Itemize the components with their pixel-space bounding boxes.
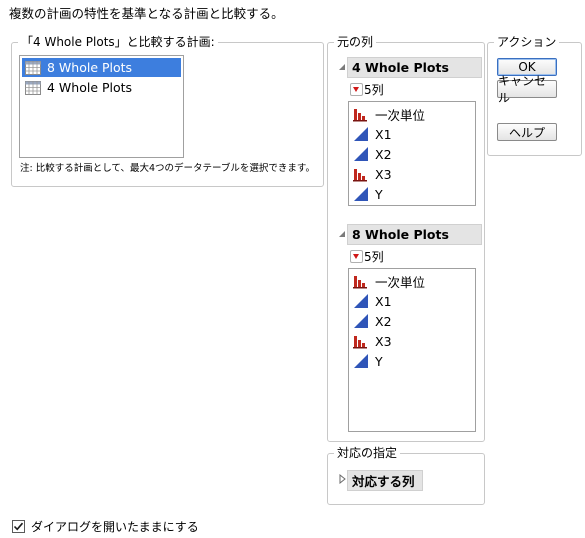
design-item-label: 4 Whole Plots — [47, 80, 133, 95]
column-item[interactable]: Y — [353, 351, 383, 371]
table-header-4-whole-plots: 4 Whole Plots — [347, 57, 482, 78]
red-triangle-menu-icon[interactable] — [350, 83, 363, 96]
keep-open-checkbox[interactable] — [12, 520, 25, 533]
keep-open-label: ダイアログを開いたままにする — [31, 520, 199, 534]
table-header-8-whole-plots: 8 Whole Plots — [347, 224, 482, 245]
column-item[interactable]: X3 — [353, 331, 392, 351]
column-listbox[interactable]: 一次単位 X1 X2 X3 Y — [348, 101, 476, 206]
column-name: Y — [375, 353, 383, 369]
continuous-triangle-icon — [354, 294, 368, 308]
column-name: X1 — [375, 126, 392, 142]
match-spec-title: 対応の指定 — [334, 446, 401, 460]
continuous-triangle-icon — [354, 147, 368, 161]
source-columns-group: 元の列 4 Whole Plots 5列 一次単位 X1 X2 X3 Y 8 Whole… — [327, 35, 485, 442]
design-listbox[interactable]: 8 Whole Plots 4 Whole Plots — [19, 55, 184, 158]
column-name: X3 — [375, 166, 392, 182]
column-name: X2 — [375, 146, 392, 162]
column-item[interactable]: X2 — [353, 144, 392, 164]
column-name: X2 — [375, 313, 392, 329]
column-item[interactable]: 一次単位 — [353, 104, 425, 124]
cancel-button[interactable]: キャンセル — [497, 74, 557, 105]
column-item[interactable]: X1 — [353, 124, 392, 144]
compare-designs-title: 「4 Whole Plots」と比較する計画: — [18, 35, 218, 49]
column-item[interactable]: 一次単位 — [353, 271, 425, 291]
column-count: 5列 — [364, 250, 384, 264]
column-name: Y — [375, 186, 383, 202]
column-item[interactable]: X2 — [353, 311, 392, 331]
nominal-bar-icon — [353, 276, 367, 289]
keep-open-option[interactable]: ダイアログを開いたままにする — [12, 518, 199, 535]
nominal-bar-icon — [353, 169, 367, 182]
match-spec-group: 対応の指定 対応する列 — [327, 446, 485, 505]
disclosure-open-icon[interactable] — [338, 230, 346, 238]
dialog-description: 複数の計画の特性を基準となる計画と比較する。 — [9, 6, 284, 21]
column-item[interactable]: X3 — [353, 164, 392, 184]
data-table-icon — [25, 80, 41, 95]
continuous-triangle-icon — [354, 354, 368, 368]
design-item-8-whole-plots[interactable]: 8 Whole Plots — [22, 58, 181, 77]
column-name: X1 — [375, 293, 392, 309]
continuous-triangle-icon — [354, 314, 368, 328]
column-listbox[interactable]: 一次単位 X1 X2 X3 Y — [348, 268, 476, 432]
column-name: 一次単位 — [375, 107, 426, 123]
column-name: X3 — [375, 333, 392, 349]
compare-designs-group: 「4 Whole Plots」と比較する計画: 8 Whole Plots 4 … — [11, 35, 324, 187]
column-item[interactable]: Y — [353, 184, 383, 204]
compare-note: 注: 比較する計画として、最大4つのデータテーブルを選択できます。 — [20, 163, 315, 174]
continuous-triangle-icon — [354, 187, 368, 201]
design-item-4-whole-plots[interactable]: 4 Whole Plots — [22, 78, 181, 97]
help-button[interactable]: ヘルプ — [497, 123, 557, 141]
continuous-triangle-icon — [354, 127, 368, 141]
disclosure-open-icon[interactable] — [338, 63, 346, 71]
red-triangle-menu-icon[interactable] — [350, 250, 363, 263]
column-item[interactable]: X1 — [353, 291, 392, 311]
match-columns-header[interactable]: 対応する列 — [347, 470, 423, 491]
nominal-bar-icon — [353, 336, 367, 349]
disclosure-closed-icon[interactable] — [339, 474, 346, 484]
data-table-icon — [25, 60, 41, 75]
source-columns-title: 元の列 — [334, 35, 377, 49]
design-item-label: 8 Whole Plots — [47, 60, 133, 75]
action-group: アクション OK キャンセル ヘルプ — [487, 35, 582, 156]
nominal-bar-icon — [353, 109, 367, 122]
column-name: 一次単位 — [375, 274, 426, 290]
action-title: アクション — [494, 35, 560, 49]
column-count: 5列 — [364, 83, 384, 97]
